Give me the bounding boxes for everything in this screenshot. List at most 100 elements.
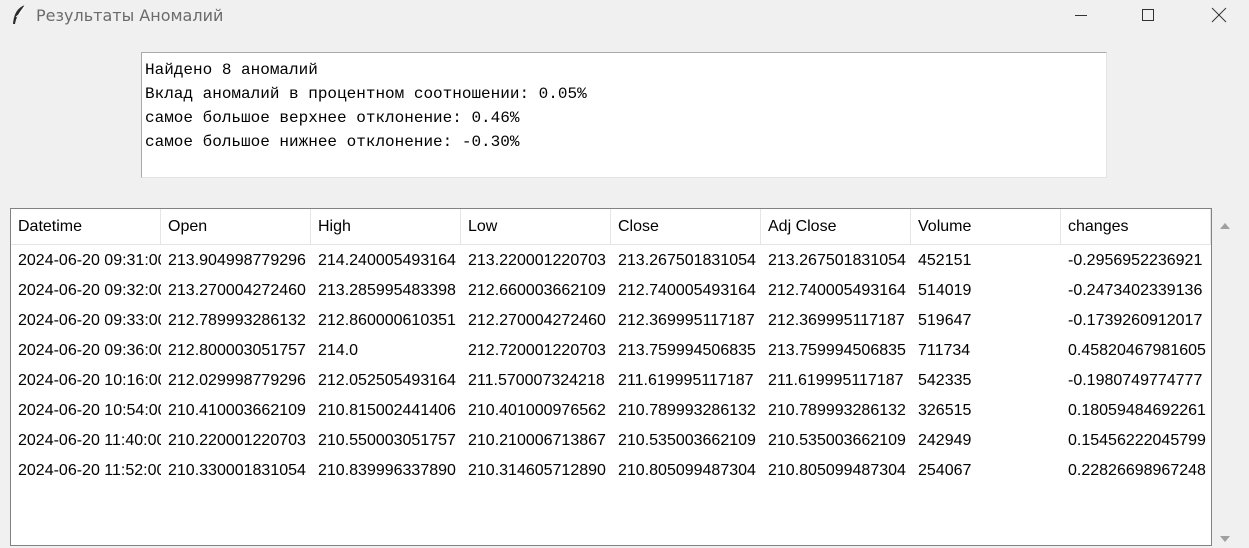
column-header-volume[interactable]: Volume (911, 209, 1061, 245)
cell-low: 210.210006713867 (468, 432, 606, 449)
cell-high: 214.240005493164 (318, 252, 456, 269)
maximize-button[interactable] (1125, 0, 1171, 30)
cell-open: 213.904998779296 (168, 252, 306, 269)
cell-close: 210.805099487304 (618, 462, 756, 479)
cell-datetime: 2024-06-20 10:54:00 (18, 402, 161, 419)
cell-adj-close: 210.535003662109 (768, 432, 906, 449)
table-row[interactable]: 2024-06-20 09:36:00 212.800003051757 214… (11, 335, 1211, 365)
table-body: 2024-06-20 09:31:00 213.904998779296 214… (11, 245, 1211, 485)
cell-close: 210.535003662109 (618, 432, 756, 449)
table-row[interactable]: 2024-06-20 10:54:00 210.410003662109 210… (11, 395, 1211, 425)
arrow-down-icon[interactable] (1219, 530, 1231, 548)
cell-low: 212.270004272460 (468, 312, 606, 329)
cell-close: 212.369995117187 (618, 312, 755, 329)
cell-open: 212.029998779296 (168, 372, 306, 389)
table-row[interactable]: 2024-06-20 11:40:00 210.220001220703 210… (11, 425, 1211, 455)
cell-high: 212.052505493164 (318, 372, 456, 389)
table-row[interactable]: 2024-06-20 09:31:00 213.904998779296 214… (11, 245, 1211, 275)
cell-open: 212.789993286132 (168, 312, 306, 329)
cell-low: 212.660003662109 (468, 282, 606, 299)
cell-changes: -0.1739260912017 (1068, 312, 1203, 329)
column-header-changes[interactable]: changes (1061, 209, 1211, 245)
column-header-high[interactable]: High (311, 209, 461, 245)
title-bar: Результаты Аномалий (0, 0, 1249, 30)
cell-adj-close: 212.740005493164 (768, 282, 906, 299)
feather-icon (11, 4, 27, 26)
cell-open: 210.330001831054 (168, 462, 306, 479)
cell-low: 211.570007324218 (468, 372, 605, 389)
cell-low: 210.314605712890 (468, 462, 606, 479)
close-button[interactable] (1196, 0, 1242, 30)
cell-close: 210.789993286132 (618, 402, 756, 419)
summary-line-count: Найдено 8 аномалий (145, 61, 318, 79)
anomalies-table[interactable]: Datetime Open High Low Close Adj Close V… (10, 208, 1212, 546)
column-header-adj-close[interactable]: Adj Close (761, 209, 911, 245)
cell-volume: 326515 (918, 402, 972, 419)
cell-changes: 0.18059484692261 (1068, 402, 1206, 419)
table-header: Datetime Open High Low Close Adj Close V… (11, 209, 1211, 245)
cell-adj-close: 211.619995117187 (768, 372, 904, 389)
arrow-up-icon[interactable] (1219, 217, 1231, 235)
cell-volume: 711734 (918, 342, 971, 359)
cell-high: 210.839996337890 (318, 462, 456, 479)
cell-close: 213.759994506835 (618, 342, 756, 359)
cell-changes: 0.22826698967248 (1068, 462, 1206, 479)
cell-high: 212.860000610351 (318, 312, 456, 329)
cell-adj-close: 210.805099487304 (768, 462, 906, 479)
cell-adj-close: 210.789993286132 (768, 402, 906, 419)
minimize-button[interactable] (1058, 0, 1104, 30)
cell-datetime: 2024-06-20 09:31:00 (18, 252, 161, 269)
cell-close: 211.619995117187 (618, 372, 754, 389)
cell-volume: 242949 (918, 432, 972, 449)
cell-high: 213.285995483398 (318, 282, 456, 299)
cell-changes: 0.15456222045799 (1068, 432, 1206, 449)
cell-changes: -0.1980749774777 (1068, 372, 1203, 389)
summary-textbox[interactable]: Найдено 8 аномалий Вклад аномалий в проц… (141, 52, 1107, 178)
column-header-low[interactable]: Low (461, 209, 611, 245)
cell-low: 212.720001220703 (468, 342, 606, 359)
column-header-close[interactable]: Close (611, 209, 761, 245)
cell-open: 210.220001220703 (168, 432, 306, 449)
summary-line-max-upper: самое большое верхнее отклонение: 0.46% (145, 109, 520, 127)
cell-open: 212.800003051757 (168, 342, 306, 359)
cell-datetime: 2024-06-20 09:36:00 (18, 342, 161, 359)
cell-high: 214.0 (318, 342, 359, 359)
cell-volume: 542335 (918, 372, 972, 389)
summary-line-max-lower: самое большое нижнее отклонение: -0.30% (145, 133, 520, 151)
summary-line-contribution: Вклад аномалий в процентном соотношении:… (145, 85, 587, 103)
cell-close: 212.740005493164 (618, 282, 756, 299)
cell-volume: 519647 (918, 312, 972, 329)
window-title: Результаты Аномалий (36, 6, 224, 25)
cell-low: 210.401000976562 (468, 402, 606, 419)
cell-datetime: 2024-06-20 11:40:00 (18, 432, 161, 449)
close-icon (1211, 7, 1227, 23)
column-header-datetime[interactable]: Datetime (11, 209, 161, 245)
cell-adj-close: 212.369995117187 (768, 312, 905, 329)
table-row[interactable]: 2024-06-20 10:16:00 212.029998779296 212… (11, 365, 1211, 395)
table-row[interactable]: 2024-06-20 09:33:00 212.789993286132 212… (11, 305, 1211, 335)
maximize-icon (1141, 8, 1155, 22)
table-row[interactable]: 2024-06-20 11:52:00 210.330001831054 210… (11, 455, 1211, 485)
cell-changes: 0.45820467981605 (1068, 342, 1206, 359)
cell-close: 213.267501831054 (618, 252, 756, 269)
cell-datetime: 2024-06-20 09:32:00 (18, 282, 161, 299)
cell-open: 210.410003662109 (168, 402, 306, 419)
vertical-scrollbar[interactable] (1212, 208, 1238, 546)
cell-changes: -0.2956952236921 (1068, 252, 1203, 269)
cell-changes: -0.2473402339136 (1068, 282, 1203, 299)
cell-adj-close: 213.759994506835 (768, 342, 906, 359)
cell-volume: 514019 (918, 282, 972, 299)
cell-high: 210.815002441406 (318, 402, 456, 419)
column-header-open[interactable]: Open (161, 209, 311, 245)
cell-volume: 452151 (918, 252, 972, 269)
cell-low: 213.220001220703 (468, 252, 606, 269)
cell-open: 213.270004272460 (168, 282, 306, 299)
cell-datetime: 2024-06-20 10:16:00 (18, 372, 161, 389)
cell-adj-close: 213.267501831054 (768, 252, 906, 269)
cell-high: 210.550003051757 (318, 432, 456, 449)
table-row[interactable]: 2024-06-20 09:32:00 213.270004272460 213… (11, 275, 1211, 305)
cell-datetime: 2024-06-20 09:33:00 (18, 312, 161, 329)
cell-datetime: 2024-06-20 11:52:00 (18, 462, 161, 479)
minimize-icon (1074, 8, 1088, 22)
cell-volume: 254067 (918, 462, 972, 479)
